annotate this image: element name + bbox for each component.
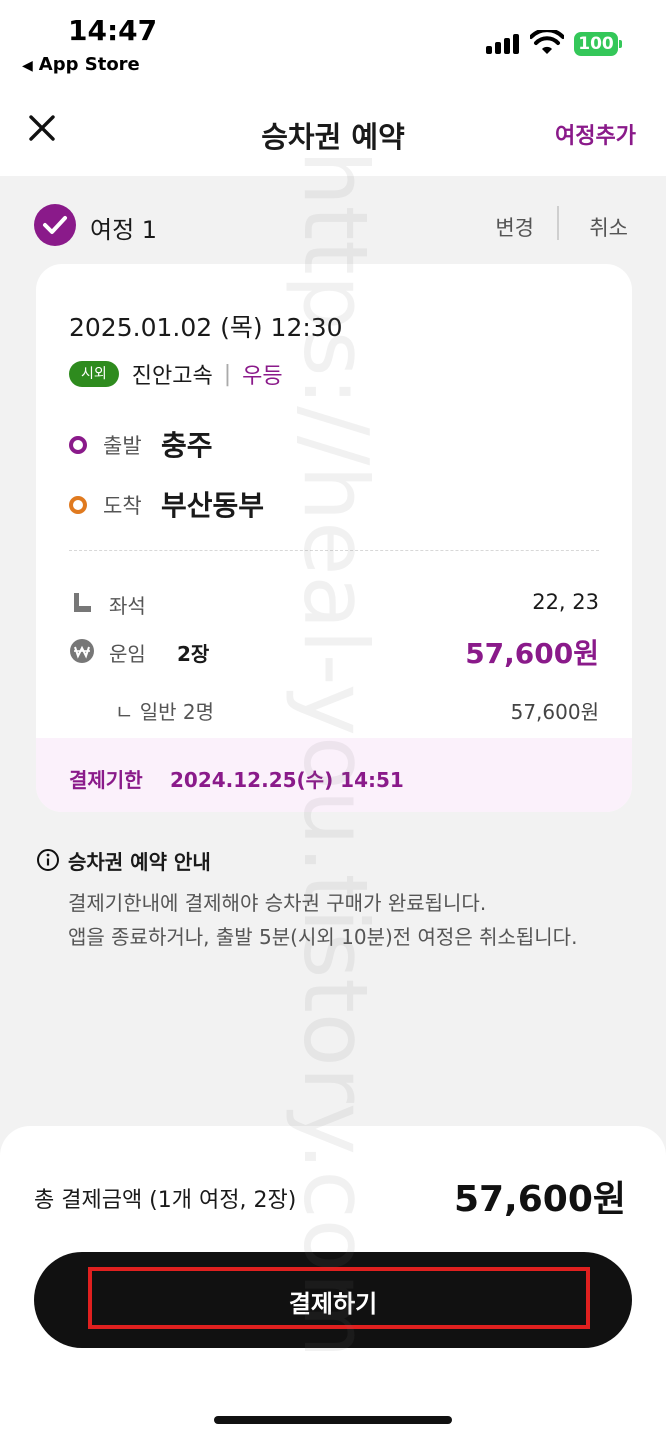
breakdown-amount: 57,600원 <box>510 700 599 724</box>
bus-grade: 우등 <box>242 364 283 389</box>
fare-amount: 57,600원 <box>465 637 599 670</box>
check-icon <box>43 216 67 234</box>
info-icon <box>37 849 59 871</box>
cellular-signal-icon <box>486 34 522 54</box>
cancel-button[interactable]: 취소 <box>589 212 628 242</box>
route-type-badge: 시외 <box>69 361 119 387</box>
add-trip-button[interactable]: 여정추가 <box>555 118 636 150</box>
arrival-dot-icon <box>69 496 87 514</box>
passenger-breakdown: ㄴ 일반 2명 <box>115 700 215 724</box>
trip-header: 여정 1 변경 취소 <box>34 204 634 246</box>
top-nav-bar: 승차권 예약 여정추가 <box>0 88 666 176</box>
deadline-label: 결제기한 <box>69 768 143 792</box>
seat-icon <box>74 593 91 612</box>
fare-row: 운임 2장 57,600원 <box>69 634 599 670</box>
seat-row: 좌석 22, 23 <box>69 586 599 620</box>
back-to-app-store[interactable]: ◀ App Store <box>22 54 140 75</box>
status-bar: 14:47 ◀ App Store 100 <box>0 0 666 88</box>
dashed-divider <box>69 550 599 551</box>
departure-label: 출발 <box>103 434 142 458</box>
status-time: 14:47 <box>68 14 158 47</box>
trip-label: 여정 1 <box>90 216 158 244</box>
total-amount: 57,600원 <box>453 1179 626 1220</box>
battery-level: 100 <box>574 32 618 56</box>
separator: | <box>223 361 232 387</box>
departure-dot-icon <box>69 436 87 454</box>
divider <box>557 206 559 240</box>
fare-breakdown-row: ㄴ 일반 2명 57,600원 <box>69 692 599 726</box>
departure-datetime: 2025.01.02 (목) 12:30 <box>69 313 343 342</box>
payment-deadline: 결제기한 2024.12.25(수) 14:51 <box>36 738 632 812</box>
home-indicator <box>214 1416 452 1424</box>
seat-numbers: 22, 23 <box>532 590 599 614</box>
back-app-label: App Store <box>38 54 140 75</box>
back-triangle-icon: ◀ <box>22 58 33 74</box>
pay-button[interactable]: 결제하기 <box>34 1252 632 1348</box>
notice-body: 결제기한내에 결제해야 승차권 구매가 완료됩니다. 앱을 종료하거나, 출발 … <box>68 886 638 954</box>
departure-name: 충주 <box>161 429 213 462</box>
arrival-name: 부산동부 <box>161 489 265 522</box>
bus-company: 진안고속 <box>131 364 213 389</box>
seat-label: 좌석 <box>109 594 146 618</box>
fare-label: 운임 <box>109 642 146 666</box>
total-label: 총 결제금액 (1개 여정, 2장) <box>34 1188 297 1213</box>
notice-line-2: 앱을 종료하거나, 출발 5분(시외 10분)전 여정은 취소됩니다. <box>68 925 578 949</box>
notice-title: 승차권 예약 안내 <box>68 850 211 874</box>
deadline-value: 2024.12.25(수) 14:51 <box>170 768 404 792</box>
bus-line-info: 시외 진안고속 | 우등 <box>69 358 283 389</box>
arrival-label: 도착 <box>103 494 142 518</box>
notice-line-1: 결제기한내에 결제해야 승차권 구매가 완료됩니다. <box>68 891 487 915</box>
payment-summary-sheet: 총 결제금액 (1개 여정, 2장) 57,600원 결제하기 <box>0 1126 666 1440</box>
battery-icon: 100 <box>574 32 622 58</box>
pay-button-label: 결제하기 <box>288 1290 378 1318</box>
trip-card: 2025.01.02 (목) 12:30 시외 진안고속 | 우등 출발 충주 … <box>36 264 632 812</box>
trip-select-checkbox[interactable] <box>34 204 76 246</box>
won-icon <box>70 639 94 663</box>
ticket-count: 2장 <box>177 642 210 666</box>
change-button[interactable]: 변경 <box>495 212 534 242</box>
wifi-icon <box>530 30 564 54</box>
